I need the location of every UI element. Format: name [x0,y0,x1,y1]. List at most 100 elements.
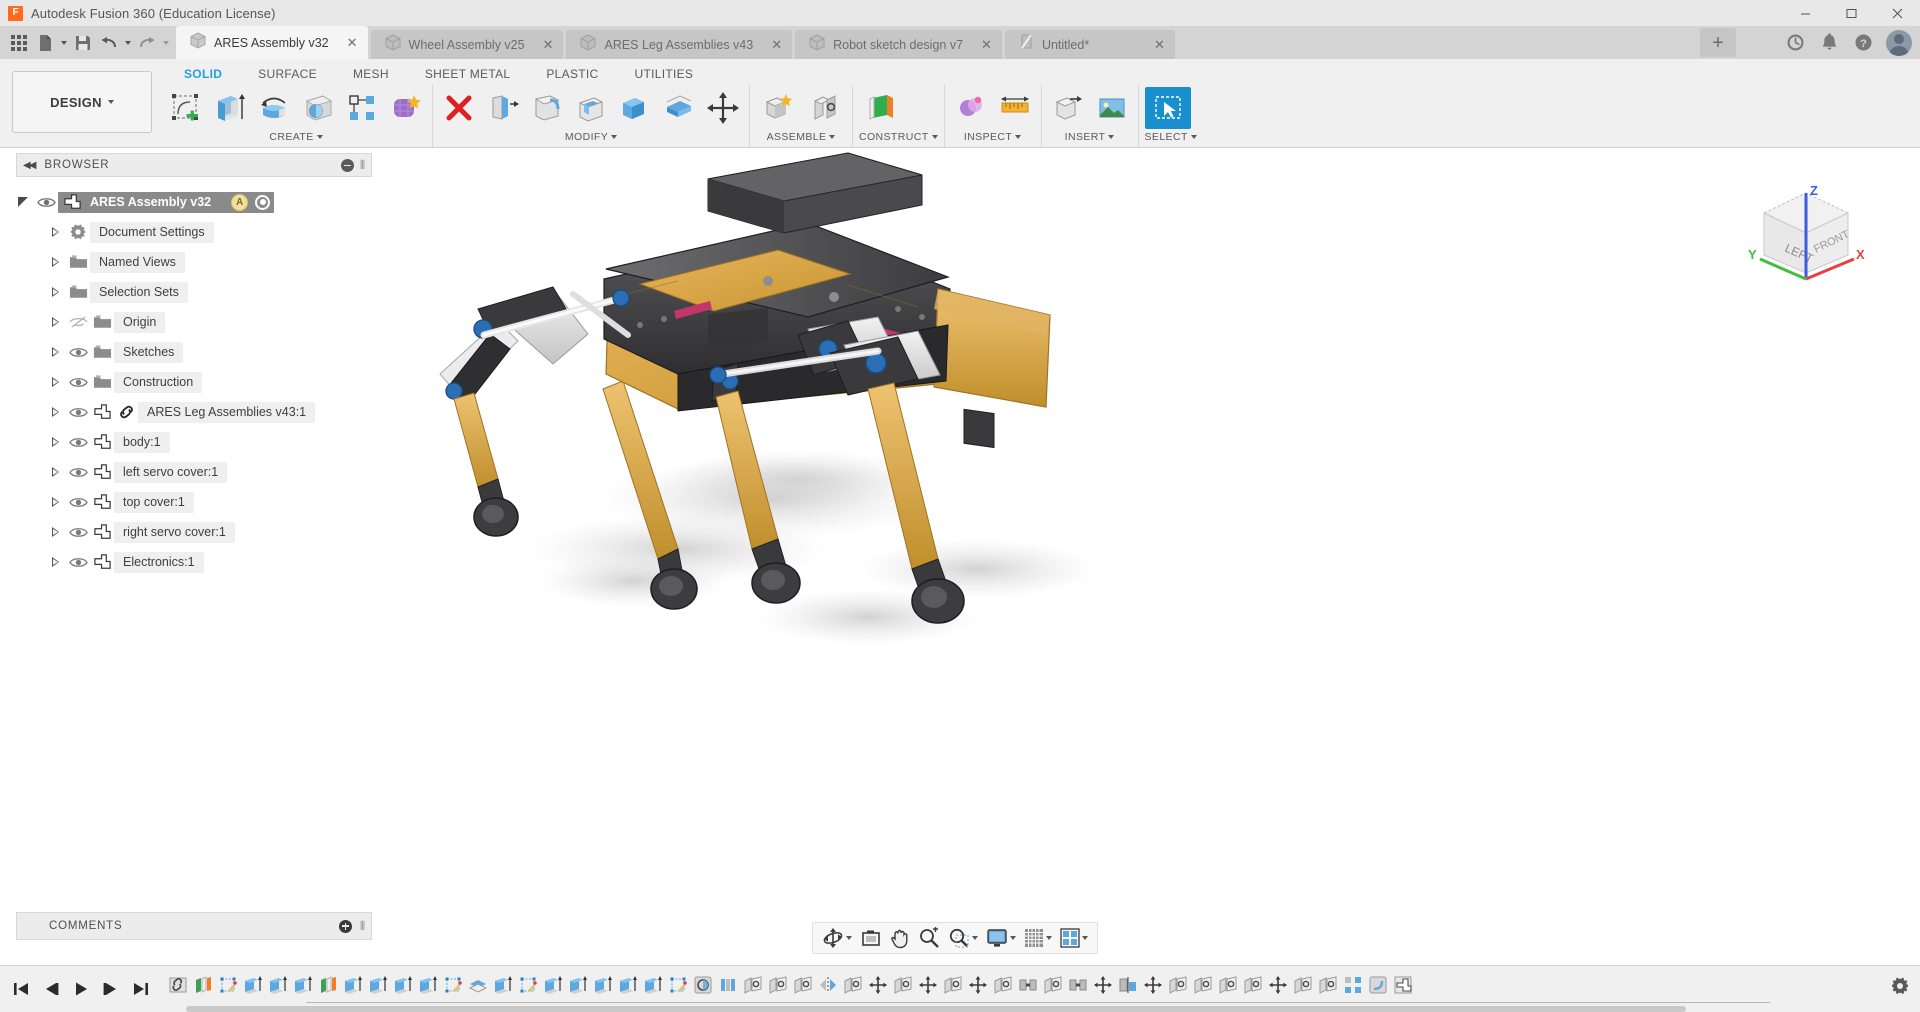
insert-canvas-icon[interactable] [1092,87,1132,129]
timeline-feature-extrude[interactable] [641,972,665,998]
sweep-icon[interactable] [298,87,338,129]
timeline-feature-rigid-group[interactable] [1016,972,1040,998]
delete-icon[interactable] [439,87,479,129]
timeline-feature-joint[interactable] [1216,972,1240,998]
eye-visible-icon[interactable] [66,346,90,359]
timeline-feature-sketch[interactable] [516,972,540,998]
undo-icon[interactable] [96,29,122,57]
close-icon[interactable]: ✕ [1144,38,1165,51]
panel-grip-icon[interactable]: ⫴ [360,158,365,173]
panel-label-modify[interactable]: MODIFY [439,129,743,145]
combine-icon[interactable] [615,87,655,129]
chevron-down-icon[interactable] [846,936,852,940]
panel-label-insert[interactable]: INSERT [1048,129,1132,145]
timeline-feature-extrude[interactable] [566,972,590,998]
new-file-icon[interactable] [32,29,58,57]
timeline-feature-sketch[interactable] [216,972,240,998]
expand-triangle-icon[interactable] [44,347,66,357]
step-forward-icon[interactable] [98,974,124,1004]
shell-icon[interactable] [571,87,611,129]
tab-surface[interactable]: SURFACE [240,65,335,83]
display-settings-icon[interactable] [983,923,1019,953]
timeline-feature-fillet[interactable] [691,972,715,998]
zoom-icon[interactable] [915,923,943,953]
tree-row-electronics[interactable]: Electronics:1 [0,547,378,577]
tree-row-named-views[interactable]: Named Views [0,247,378,277]
new-file-dropdown-icon[interactable] [58,29,70,57]
timeline-feature-extrude[interactable] [341,972,365,998]
timeline-feature-move[interactable] [1141,972,1165,998]
timeline-feature-extrude[interactable] [541,972,565,998]
timeline-feature-extrude[interactable] [391,972,415,998]
redo-icon[interactable] [134,29,160,57]
press-pull-icon[interactable] [483,87,523,129]
document-tab-untitled[interactable]: Untitled* ✕ [1005,30,1175,59]
maximize-icon[interactable] [1828,0,1874,26]
eye-hidden-icon[interactable] [66,315,90,329]
panel-label-select[interactable]: SELECT [1145,129,1197,145]
pattern-icon[interactable] [342,87,382,129]
eye-visible-icon[interactable] [66,556,90,569]
clock-icon[interactable] [1778,26,1812,59]
tree-row-left-servo-cover[interactable]: left servo cover:1 [0,457,378,487]
timeline-horizontal-scrollbar[interactable] [186,1006,1686,1012]
timeline-feature-joint[interactable] [991,972,1015,998]
close-icon[interactable]: ✕ [533,38,554,51]
pan-hand-icon[interactable] [887,923,913,953]
app-grid-icon[interactable] [6,29,32,57]
expand-triangle-icon[interactable] [44,527,66,537]
eye-visible-icon[interactable] [66,406,90,419]
play-icon[interactable] [68,974,94,1004]
timeline-feature-joint[interactable] [191,972,215,998]
panel-grip-icon[interactable]: ⫴ [360,919,365,934]
help-icon[interactable]: ? [1846,26,1880,59]
extrude-icon[interactable] [210,87,250,129]
insert-derive-icon[interactable] [1048,87,1088,129]
timeline-settings-gear-icon[interactable] [1890,976,1910,1001]
document-tab-robot-sketch-design[interactable]: Robot sketch design v7 ✕ [795,30,1002,59]
timeline-feature-joint[interactable] [941,972,965,998]
expand-triangle-icon[interactable] [44,497,66,507]
minimize-icon[interactable] [1782,0,1828,26]
timeline-feature-joint[interactable] [766,972,790,998]
expand-triangle-icon[interactable] [44,407,66,417]
fillet-icon[interactable] [527,87,567,129]
timeline-feature-extrude[interactable] [416,972,440,998]
globe-icon[interactable] [1744,26,1778,59]
chevron-down-icon[interactable] [1082,936,1088,940]
panel-label-assemble[interactable]: ASSEMBLE [756,129,846,145]
new-design-tab-button[interactable]: + [1700,28,1736,57]
timeline-feature-joint[interactable] [1241,972,1265,998]
timeline-feature-move[interactable] [1266,972,1290,998]
triangle-down-icon[interactable] [12,197,34,207]
tree-row-origin[interactable]: Origin [0,307,378,337]
comments-panel[interactable]: COMMENTS ⫴ [16,912,372,940]
document-tab-ares-leg-assemblies[interactable]: ARES Leg Assemblies v43 ✕ [566,30,792,59]
expand-triangle-icon[interactable] [44,557,66,567]
panel-label-create[interactable]: CREATE [166,129,426,145]
timeline-feature-joint[interactable] [1291,972,1315,998]
expand-triangle-icon[interactable] [44,437,66,447]
timeline-feature-joint[interactable] [316,972,340,998]
timeline-feature-fillet[interactable] [1366,972,1390,998]
expand-triangle-icon[interactable] [44,257,66,267]
timeline-feature-joint[interactable] [1191,972,1215,998]
timeline-feature-extrude[interactable] [266,972,290,998]
timeline-feature-mirror[interactable] [816,972,840,998]
expand-triangle-icon[interactable] [44,317,66,327]
chevron-down-icon[interactable] [972,936,978,940]
expand-triangle-icon[interactable] [44,287,66,297]
save-icon[interactable] [70,29,96,57]
circle-minus-icon[interactable] [341,159,354,172]
tree-row-sketches[interactable]: Sketches [0,337,378,367]
tab-sheet-metal[interactable]: SHEET METAL [407,65,529,83]
timeline-feature-extrude[interactable] [291,972,315,998]
eye-visible-icon[interactable] [66,496,90,509]
timeline-feature-move[interactable] [1091,972,1115,998]
radio-dot-icon[interactable] [255,195,270,210]
timeline-feature-align[interactable] [1116,972,1140,998]
timeline-feature-joint[interactable] [1316,972,1340,998]
move-copy-icon[interactable] [703,87,743,129]
robot-model-render[interactable] [378,149,1920,936]
offset-face-icon[interactable] [659,87,699,129]
